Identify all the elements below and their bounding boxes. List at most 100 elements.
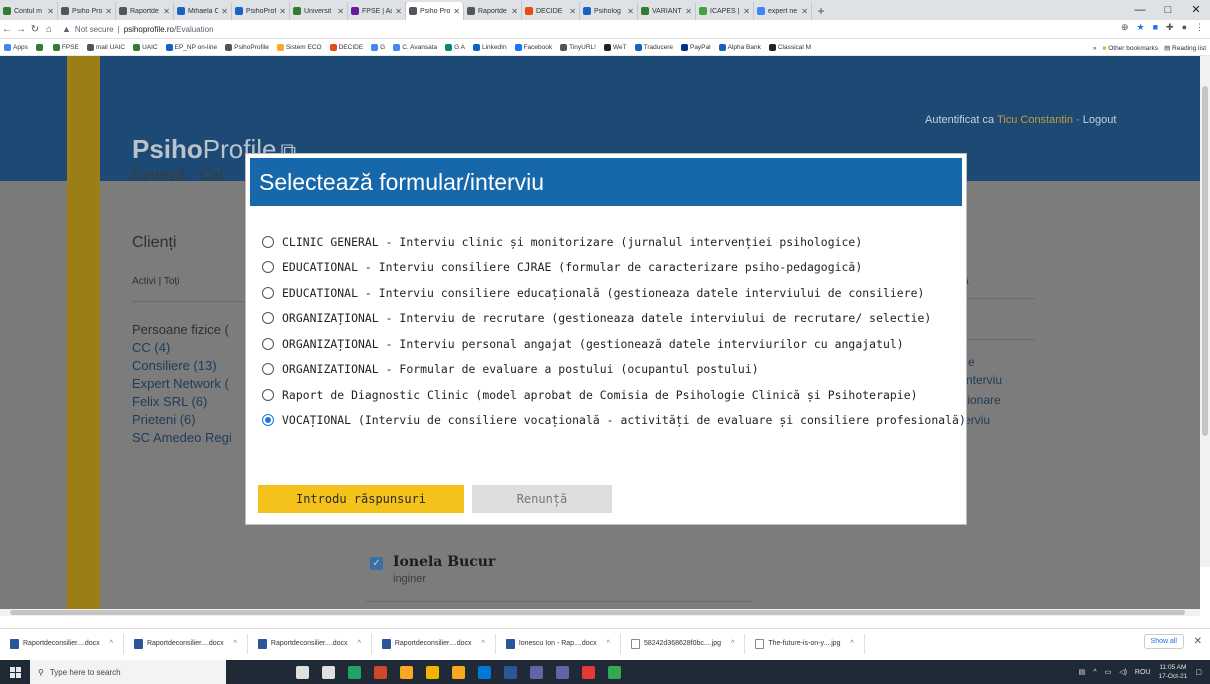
taskbar-app-icon[interactable] bbox=[452, 665, 465, 679]
taskbar-app-icon[interactable] bbox=[400, 665, 413, 679]
browser-tab[interactable]: expert ne ✕ bbox=[754, 2, 812, 20]
taskbar-search[interactable]: ⚲ Type here to search bbox=[30, 660, 226, 684]
chevron-up-icon[interactable]: ^ bbox=[358, 640, 361, 647]
taskbar-app-icon[interactable] bbox=[426, 665, 439, 679]
back-icon[interactable]: ← bbox=[0, 24, 14, 35]
form-option[interactable]: CLINIC GENERAL - Interviu clinic și moni… bbox=[262, 229, 966, 255]
taskbar-app-icon[interactable] bbox=[556, 665, 569, 679]
browser-tab[interactable]: DECIDE ✕ bbox=[522, 2, 580, 20]
bookmark-item[interactable]: G A bbox=[441, 44, 469, 51]
group-item[interactable]: SC Amedeo Regi bbox=[132, 429, 232, 447]
form-option[interactable]: ORGANIZAȚIONAL - Interviu de recrutare (… bbox=[262, 306, 966, 332]
other-bookmarks-folder[interactable]: ■ Other bookmarks bbox=[1102, 45, 1158, 52]
action-link[interactable]: e bbox=[968, 355, 975, 369]
bookmark-item[interactable]: Sistem ECO bbox=[273, 44, 326, 51]
bookmark-item[interactable]: mail UAIC bbox=[83, 44, 129, 51]
tab-close-icon[interactable]: ✕ bbox=[743, 7, 750, 16]
reading-list-button[interactable]: ▤ Reading list bbox=[1164, 44, 1206, 52]
chevron-up-icon[interactable]: ^ bbox=[851, 640, 854, 647]
puzzle-icon[interactable]: ✚ bbox=[1166, 22, 1174, 33]
bookmark-item[interactable]: LinkedIn bbox=[469, 44, 511, 51]
form-option[interactable]: Raport de Diagnostic Clinic (model aprob… bbox=[262, 382, 966, 408]
bookmark-item[interactable]: Classical M bbox=[765, 44, 815, 51]
browser-tab[interactable]: Raportde ✕ bbox=[464, 2, 522, 20]
reload-icon[interactable]: ↻ bbox=[28, 24, 42, 35]
bookmark-item[interactable]: WeT bbox=[600, 44, 631, 51]
user-link[interactable]: Ticu Constantin bbox=[997, 114, 1073, 126]
group-item[interactable]: Consiliere (13) bbox=[132, 357, 232, 375]
tab-close-icon[interactable]: ✕ bbox=[395, 7, 402, 16]
bookmark-star-icon[interactable]: ★ bbox=[1137, 22, 1145, 33]
bookmark-item[interactable]: PsihoProfile bbox=[221, 44, 273, 51]
zoom-icon[interactable]: ⊕ bbox=[1121, 22, 1129, 33]
browser-tab[interactable]: VARIANT ✕ bbox=[638, 2, 696, 20]
new-tab-button[interactable]: + bbox=[812, 2, 830, 20]
submit-answers-button[interactable]: Introdu răspunsuri bbox=[258, 485, 464, 513]
bookmark-item[interactable]: PayPal bbox=[677, 44, 715, 51]
radio-icon[interactable] bbox=[262, 312, 274, 325]
browser-tab[interactable]: Psiho Pro ✕ bbox=[58, 2, 116, 20]
chevron-up-icon[interactable]: ^ bbox=[731, 640, 734, 647]
network-icon[interactable]: ▭ bbox=[1105, 668, 1112, 676]
bookmark-item[interactable]: EP_NP on-line bbox=[162, 44, 222, 51]
close-window-button[interactable]: ✕ bbox=[1182, 0, 1210, 20]
form-option[interactable]: VOCAȚIONAL (Interviu de consiliere vocaț… bbox=[262, 408, 966, 434]
browser-tab[interactable]: PsihoProf ✕ bbox=[232, 2, 290, 20]
nav-sinteza[interactable]: Sinteză bbox=[132, 167, 185, 184]
scrollbar-thumb[interactable] bbox=[1202, 86, 1208, 436]
forward-icon[interactable]: → bbox=[14, 24, 28, 35]
browser-tab[interactable]: Mihaela C ✕ bbox=[174, 2, 232, 20]
taskbar-app-icon[interactable] bbox=[608, 665, 621, 679]
language-indicator[interactable]: ROU bbox=[1135, 669, 1151, 676]
tab-close-icon[interactable]: ✕ bbox=[453, 7, 460, 16]
warning-icon[interactable]: ▲ bbox=[62, 24, 71, 34]
action-link[interactable]: erviu bbox=[964, 413, 990, 427]
tab-close-icon[interactable]: ✕ bbox=[627, 7, 634, 16]
radio-icon[interactable] bbox=[262, 261, 274, 274]
form-option[interactable]: ORGANIZATIONAL - Formular de evaluare a … bbox=[262, 357, 966, 383]
close-icon[interactable]: ✕ bbox=[1194, 636, 1202, 647]
download-item[interactable]: Ionescu Ion - Rap....docx ^ bbox=[496, 633, 621, 654]
keyboard-icon[interactable]: ▤ bbox=[1079, 668, 1086, 676]
group-item[interactable]: CC (4) bbox=[132, 339, 232, 357]
show-all-downloads-button[interactable]: Show all bbox=[1143, 634, 1184, 649]
address-bar[interactable]: ▲ Not secure | psihoprofile.ro/Evaluatio… bbox=[62, 24, 214, 34]
group-item[interactable]: Felix SRL (6) bbox=[132, 393, 232, 411]
tab-close-icon[interactable]: ✕ bbox=[511, 7, 518, 16]
bookmarks-overflow-button[interactable]: » bbox=[1093, 45, 1097, 52]
radio-icon[interactable] bbox=[262, 388, 274, 401]
nav-cal[interactable]: Cal bbox=[199, 167, 223, 184]
bookmark-item[interactable]: C. Avansata bbox=[389, 44, 441, 51]
minimize-button[interactable]: — bbox=[1126, 0, 1154, 20]
tab-close-icon[interactable]: ✕ bbox=[279, 7, 286, 16]
chevron-up-icon[interactable]: ^ bbox=[1093, 669, 1096, 676]
browser-tab[interactable]: Universit ✕ bbox=[290, 2, 348, 20]
form-option[interactable]: EDUCATIONAL - Interviu consiliere CJRAE … bbox=[262, 255, 966, 281]
browser-tab[interactable]: Contul m ✕ bbox=[0, 2, 58, 20]
logout-link[interactable]: · Logout bbox=[1073, 114, 1116, 126]
volume-icon[interactable]: ◁) bbox=[1119, 668, 1127, 676]
bookmark-item[interactable]: G bbox=[367, 44, 389, 51]
tab-close-icon[interactable]: ✕ bbox=[685, 7, 692, 16]
tab-close-icon[interactable]: ✕ bbox=[163, 7, 170, 16]
taskbar-app-icon[interactable] bbox=[374, 665, 387, 679]
bookmark-item[interactable]: UAIC bbox=[129, 44, 162, 51]
radio-icon[interactable] bbox=[262, 235, 274, 248]
extension-icon[interactable]: ■ bbox=[1153, 22, 1158, 33]
taskbar-app-icon[interactable] bbox=[296, 665, 309, 679]
download-item[interactable]: Raportdeconsilier....docx ^ bbox=[248, 633, 372, 654]
bookmark-item[interactable]: Apps bbox=[0, 44, 32, 51]
radio-icon[interactable] bbox=[262, 337, 274, 350]
chevron-up-icon[interactable]: ^ bbox=[234, 640, 237, 647]
scrollbar-thumb[interactable] bbox=[10, 610, 1185, 615]
checkbox-checked-icon[interactable]: ✓ bbox=[370, 557, 383, 570]
bookmark-item[interactable]: Alpha Bank bbox=[715, 44, 765, 51]
bookmark-item[interactable] bbox=[32, 44, 49, 51]
taskbar-app-icon[interactable] bbox=[530, 665, 543, 679]
group-persoane-fizice[interactable]: Persoane fizice ( bbox=[132, 321, 232, 339]
tab-close-icon[interactable]: ✕ bbox=[47, 7, 54, 16]
bookmark-item[interactable]: DECIDE bbox=[326, 44, 368, 51]
group-item[interactable]: Expert Network ( bbox=[132, 375, 232, 393]
taskbar-app-icon[interactable] bbox=[348, 665, 361, 679]
download-item[interactable]: Raportdeconsilier....docx ^ bbox=[0, 633, 124, 654]
